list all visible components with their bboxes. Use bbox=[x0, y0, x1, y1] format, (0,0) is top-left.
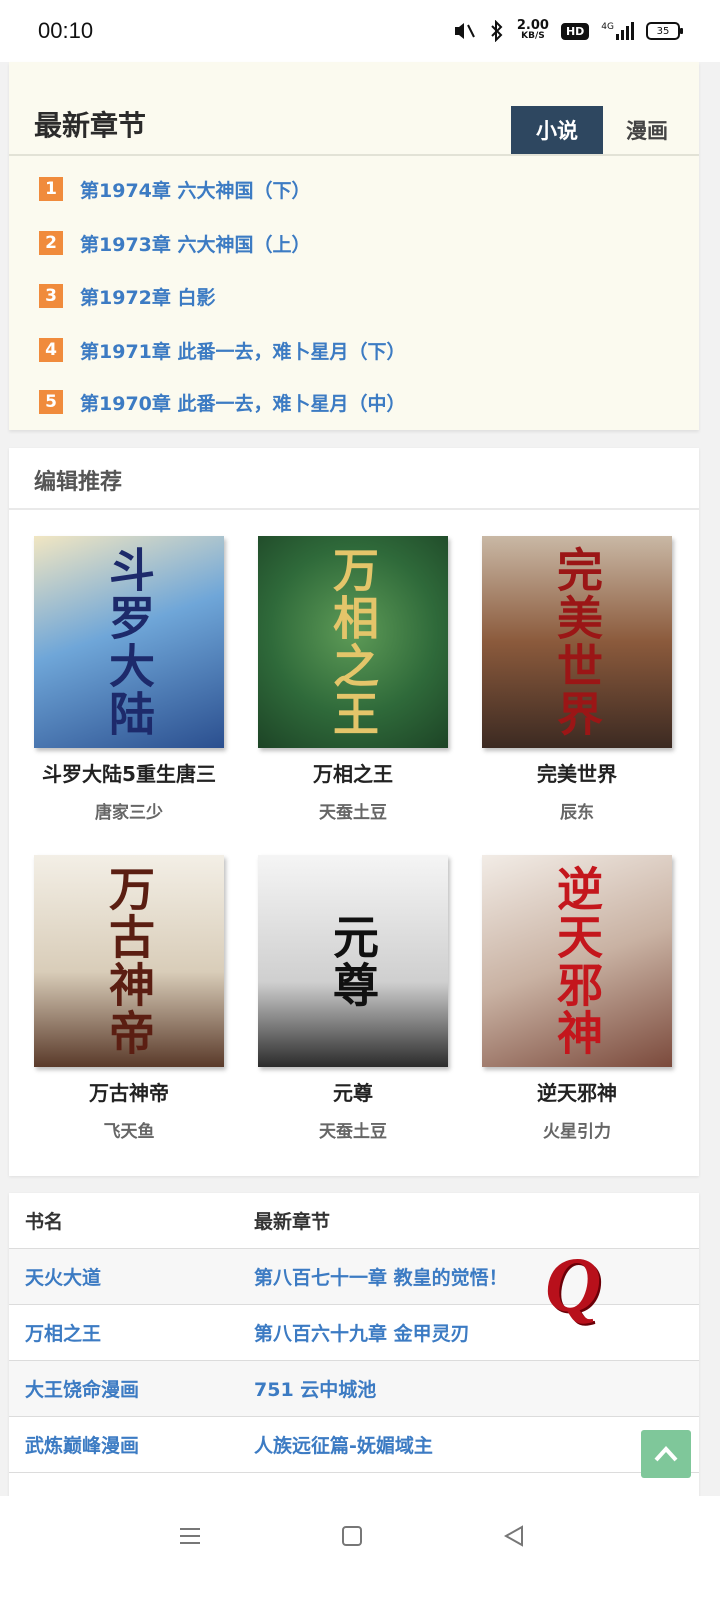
book-title[interactable]: 万古神帝 bbox=[31, 1077, 227, 1106]
book-name-link[interactable]: 武炼巅峰漫画 bbox=[25, 1431, 139, 1458]
book-author: 辰东 bbox=[560, 803, 594, 823]
chapter-link[interactable]: 第1970章 此番一去，难卜星月（中） bbox=[80, 389, 406, 416]
rank-badge: 2 bbox=[39, 231, 63, 255]
rank-badge: 5 bbox=[39, 390, 63, 414]
book-cover[interactable]: 万古神帝 bbox=[34, 855, 224, 1067]
chapter-item[interactable]: 1 第1974章 六大神国（下） bbox=[39, 174, 311, 204]
back-triangle-icon bbox=[503, 1525, 523, 1547]
chapter-item[interactable]: 2 第1973章 六大神国（上） bbox=[39, 228, 311, 258]
book-author: 天蚕土豆 bbox=[319, 803, 387, 823]
system-nav-bar bbox=[0, 1496, 720, 1600]
rank-badge: 3 bbox=[39, 284, 63, 308]
tab-novel[interactable]: 小说 bbox=[511, 106, 603, 154]
rank-badge: 1 bbox=[39, 177, 63, 201]
mute-vibrate-icon bbox=[454, 23, 475, 39]
chapter-link[interactable]: 第1971章 此番一去，难卜星月（下） bbox=[80, 337, 406, 364]
book-card[interactable]: 完美世界 完美世界 辰东 bbox=[479, 536, 675, 836]
latest-chapters-header: 最新章节 小说 漫画 bbox=[9, 62, 699, 156]
book-title[interactable]: 逆天邪神 bbox=[479, 1077, 675, 1106]
chapter-item[interactable]: 3 第1972章 白影 bbox=[39, 281, 216, 311]
column-header-latest: 最新章节 bbox=[254, 1211, 331, 1233]
chapter-link[interactable]: 第1973章 六大神国（上） bbox=[80, 230, 311, 257]
latest-chapter-link[interactable]: 第八百七十一章 教皇的觉悟！ bbox=[254, 1263, 508, 1290]
chapter-item[interactable]: 4 第1971章 此番一去，难卜星月（下） bbox=[39, 335, 406, 365]
signal-icon: 4G bbox=[601, 22, 634, 40]
book-card[interactable]: 万相之王 万相之王 天蚕土豆 bbox=[255, 536, 451, 836]
status-icons: 2.00 KB/S HD 4G 35 bbox=[451, 18, 683, 44]
book-title[interactable]: 完美世界 bbox=[479, 758, 675, 787]
menu-button[interactable] bbox=[160, 1516, 220, 1556]
book-cover[interactable]: 完美世界 bbox=[482, 536, 672, 748]
book-card[interactable]: 万古神帝 万古神帝 飞天鱼 bbox=[31, 855, 227, 1155]
status-time: 00:10 bbox=[38, 18, 94, 43]
book-author: 天蚕土豆 bbox=[319, 1122, 387, 1142]
latest-chapters-title: 最新章节 bbox=[34, 109, 147, 142]
table-row[interactable]: 武炼巅峰漫画 人族远征篇-妩媚域主 bbox=[9, 1417, 699, 1473]
book-author: 唐家三少 bbox=[95, 803, 163, 823]
book-name-link[interactable]: 万相之王 bbox=[25, 1319, 101, 1346]
book-cover[interactable]: 斗罗大陆 bbox=[34, 536, 224, 748]
arrow-up-icon bbox=[654, 1446, 678, 1462]
chapter-link[interactable]: 第1972章 白影 bbox=[80, 283, 216, 310]
book-cover[interactable]: 万相之王 bbox=[258, 536, 448, 748]
rank-badge: 4 bbox=[39, 338, 63, 362]
home-square-icon bbox=[342, 1526, 362, 1546]
book-card[interactable]: 逆天邪神 逆天邪神 火星引力 bbox=[479, 855, 675, 1155]
book-card[interactable]: 斗罗大陆 斗罗大陆5重生唐三 唐家三少 bbox=[31, 536, 227, 836]
latest-chapters-card: 最新章节 小说 漫画 1 第1974章 六大神国（下） 2 第1973章 六大神… bbox=[9, 62, 699, 430]
home-button[interactable] bbox=[322, 1516, 382, 1556]
menu-icon bbox=[180, 1528, 200, 1544]
network-speed: 2.00 KB/S bbox=[516, 18, 549, 41]
latest-chapter-link[interactable]: 人族远征篇-妩媚域主 bbox=[254, 1431, 433, 1458]
battery-icon: 35 bbox=[646, 22, 683, 40]
book-name-link[interactable]: 天火大道 bbox=[25, 1263, 101, 1290]
book-author: 飞天鱼 bbox=[103, 1122, 155, 1142]
bluetooth-icon bbox=[491, 20, 503, 42]
book-cover[interactable]: 逆天邪神 bbox=[482, 855, 672, 1067]
hd-voice-icon: HD bbox=[560, 22, 590, 40]
table-row[interactable]: 大王饶命漫画 751 云中城池 bbox=[9, 1361, 699, 1417]
status-bar: 00:10 2.00 KB/S HD 4G 35 bbox=[0, 0, 720, 62]
editor-recommend-header: 编辑推荐 bbox=[9, 448, 699, 510]
editor-recommend-title: 编辑推荐 bbox=[34, 470, 123, 495]
book-card[interactable]: 元尊 元尊 天蚕土豆 bbox=[255, 855, 451, 1155]
book-title[interactable]: 斗罗大陆5重生唐三 bbox=[31, 758, 227, 787]
editor-recommend-card: 编辑推荐 斗罗大陆 斗罗大陆5重生唐三 唐家三少 万相之王 万相之王 天蚕土豆 … bbox=[9, 448, 699, 1176]
latest-chapter-link[interactable]: 751 云中城池 bbox=[254, 1375, 376, 1402]
book-cover[interactable]: 元尊 bbox=[258, 855, 448, 1067]
book-title[interactable]: 万相之王 bbox=[255, 758, 451, 787]
back-to-top-button[interactable] bbox=[641, 1430, 691, 1478]
chapter-link[interactable]: 第1974章 六大神国（下） bbox=[80, 176, 311, 203]
chapter-item[interactable]: 5 第1970章 此番一去，难卜星月（中） bbox=[39, 387, 406, 417]
back-button[interactable] bbox=[484, 1516, 544, 1556]
q-logo-overlay[interactable]: Q bbox=[545, 1240, 601, 1330]
latest-chapter-link[interactable]: 第八百六十九章 金甲灵刃 bbox=[254, 1319, 470, 1346]
column-header-name: 书名 bbox=[25, 1211, 64, 1233]
book-title[interactable]: 元尊 bbox=[255, 1077, 451, 1106]
book-name-link[interactable]: 大王饶命漫画 bbox=[25, 1375, 139, 1402]
book-author: 火星引力 bbox=[543, 1122, 611, 1142]
tab-comic[interactable]: 漫画 bbox=[612, 106, 682, 154]
